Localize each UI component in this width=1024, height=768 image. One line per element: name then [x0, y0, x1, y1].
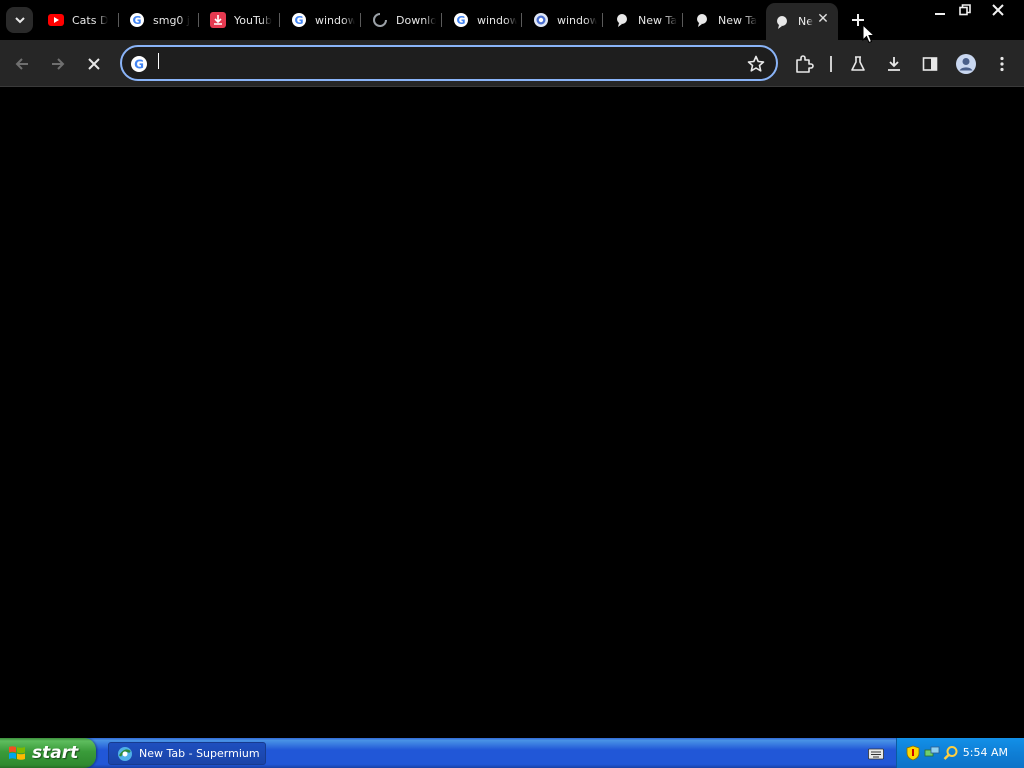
- flask-icon: [851, 56, 865, 71]
- tab-separator: [360, 13, 361, 27]
- browser-toolbar: G: [0, 40, 1024, 87]
- youtube-icon: [48, 12, 64, 28]
- tab-separator: [521, 13, 522, 27]
- windows-logo-icon: [9, 746, 25, 760]
- svg-text:G: G: [294, 14, 303, 27]
- tab[interactable]: G window: [283, 6, 355, 34]
- loading-spinner-icon: [372, 12, 388, 28]
- start-button[interactable]: start: [0, 738, 96, 768]
- tab-title: Ne: [798, 15, 813, 28]
- side-panel-button[interactable]: [917, 51, 943, 77]
- keyboard-icon[interactable]: [868, 746, 884, 760]
- bookmark-star-icon[interactable]: [746, 54, 766, 74]
- google-icon: G: [291, 12, 307, 28]
- svg-text:G: G: [132, 14, 141, 27]
- toolbar-divider: [830, 56, 832, 72]
- download-icon: [888, 57, 900, 71]
- google-icon: G: [129, 12, 145, 28]
- stop-loading-button[interactable]: [81, 51, 107, 77]
- google-icon: G: [453, 12, 469, 28]
- taskbar: start New Tab - Supermium 5:54 AM: [0, 738, 1024, 768]
- labs-button[interactable]: [845, 51, 871, 77]
- tab[interactable]: G window: [445, 6, 517, 34]
- tab-active[interactable]: Ne ✕: [766, 3, 838, 40]
- tab[interactable]: New Ta: [606, 6, 678, 34]
- google-icon: G: [130, 55, 148, 73]
- close-icon: [992, 4, 1004, 16]
- tab[interactable]: YouTub: [202, 6, 274, 34]
- tab-title: New Ta: [718, 13, 758, 27]
- menu-button[interactable]: [989, 51, 1015, 77]
- tab-title: window: [557, 13, 597, 27]
- close-icon: [88, 58, 100, 70]
- tab-separator: [441, 13, 442, 27]
- tab-search-button[interactable]: [6, 7, 33, 33]
- tab-separator: [118, 13, 119, 27]
- start-label: start: [32, 743, 79, 763]
- restore-icon: [959, 4, 971, 16]
- tab-title: Downlo: [396, 13, 436, 27]
- tab[interactable]: Downlo: [364, 6, 436, 34]
- chrome-icon: [533, 12, 549, 28]
- close-window-button[interactable]: [985, 0, 1011, 20]
- security-shield-icon[interactable]: [905, 745, 921, 761]
- tab-title: YouTub: [234, 13, 272, 27]
- tab-separator: [279, 13, 280, 27]
- taskbar-item-title: New Tab - Supermium: [139, 747, 260, 760]
- tab-separator: [602, 13, 603, 27]
- address-bar[interactable]: G: [120, 45, 778, 81]
- taskbar-item-supermium[interactable]: New Tab - Supermium: [108, 742, 266, 765]
- tab-title: window: [477, 13, 517, 27]
- tab-title: smg0 j: [153, 13, 190, 27]
- side-panel-icon: [922, 57, 938, 71]
- download-app-icon: [210, 12, 226, 28]
- back-button[interactable]: [9, 51, 35, 77]
- minimize-icon: [935, 13, 945, 15]
- svg-text:G: G: [456, 14, 465, 27]
- page-content: [0, 87, 1024, 738]
- newtab-icon: [694, 12, 710, 28]
- address-input[interactable]: [156, 54, 736, 74]
- tab-separator: [198, 13, 199, 27]
- avatar-icon: [956, 54, 976, 74]
- tab[interactable]: Cats D: [40, 6, 112, 34]
- tab[interactable]: New Ta: [686, 6, 758, 34]
- tab[interactable]: window: [525, 6, 597, 34]
- system-tray: 5:54 AM: [896, 738, 1024, 768]
- search-icon[interactable]: [943, 745, 959, 761]
- svg-text:G: G: [134, 58, 144, 72]
- clock: 5:54 AM: [962, 746, 1008, 759]
- forward-button[interactable]: [45, 51, 71, 77]
- supermium-icon: [118, 746, 132, 761]
- newtab-icon: [774, 14, 790, 30]
- tab[interactable]: G smg0 j: [121, 6, 193, 34]
- newtab-icon: [614, 12, 630, 28]
- more-vert-icon: [1000, 56, 1004, 72]
- puzzle-icon: [796, 55, 814, 73]
- downloads-button[interactable]: [881, 51, 907, 77]
- network-icon[interactable]: [924, 745, 940, 761]
- extensions-button[interactable]: [791, 51, 817, 77]
- close-icon[interactable]: ✕: [816, 12, 830, 26]
- minimize-button[interactable]: [927, 0, 953, 20]
- tab-separator: [682, 13, 683, 27]
- mouse-cursor-icon: [862, 23, 876, 44]
- tab-title: Cats D: [72, 13, 109, 27]
- arrow-left-icon: [15, 58, 28, 70]
- tab-title: window: [315, 13, 355, 27]
- restore-button[interactable]: [952, 0, 978, 20]
- profile-button[interactable]: [953, 51, 979, 77]
- tab-title: New Ta: [638, 13, 678, 27]
- arrow-right-icon: [52, 58, 65, 70]
- chevron-down-icon: [14, 17, 25, 24]
